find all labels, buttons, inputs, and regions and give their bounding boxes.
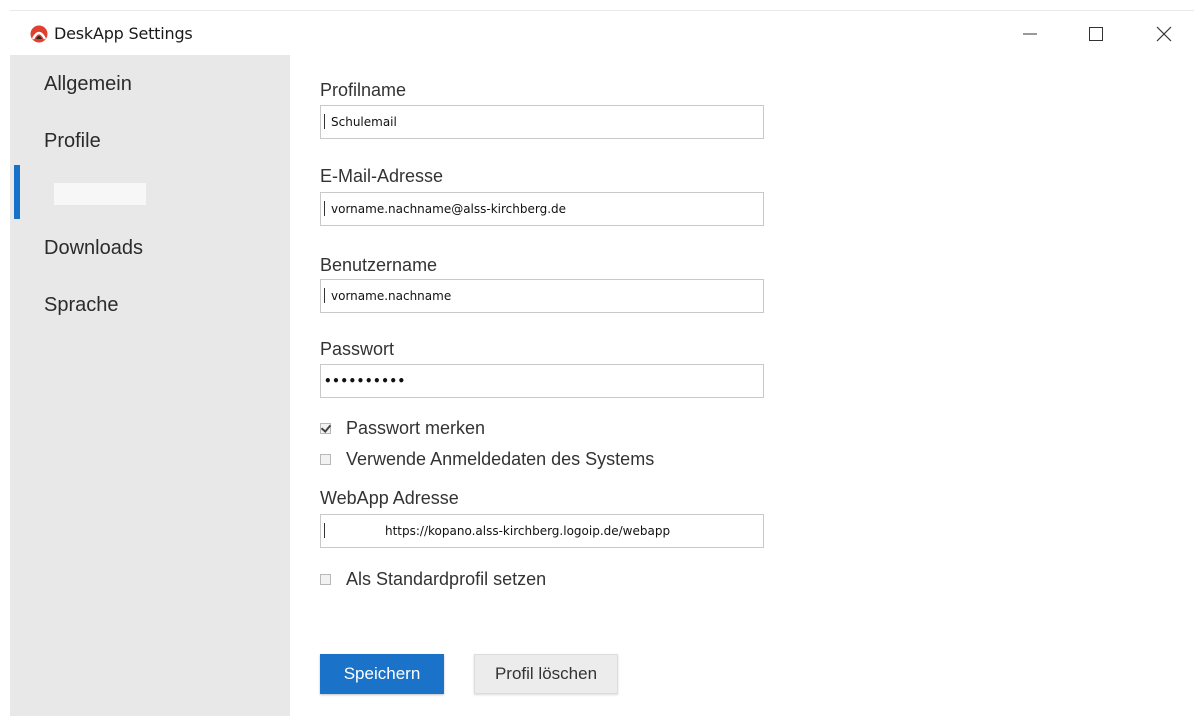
profilname-field-wrap (320, 105, 764, 139)
sidebar: Allgemein Profile Downloads Sprache (10, 55, 290, 716)
text-caret (324, 114, 325, 129)
systemdaten-checkbox[interactable] (320, 454, 331, 465)
standardprofil-checkbox[interactable] (320, 574, 331, 585)
systemdaten-row[interactable]: Verwende Anmeldedaten des Systems (320, 449, 654, 470)
close-button[interactable] (1146, 19, 1182, 49)
standardprofil-row[interactable]: Als Standardprofil setzen (320, 569, 546, 590)
text-caret (324, 523, 325, 538)
email-field-wrap (320, 192, 764, 226)
benutzername-label: Benutzername (320, 255, 438, 275)
deskapp-logo-icon (30, 25, 48, 43)
email-label: E-Mail-Adresse (320, 166, 444, 186)
active-indicator (14, 165, 20, 219)
profile-form: Profilname E-Mail-Adresse Benutzername P… (290, 55, 1194, 716)
email-input[interactable] (320, 192, 764, 226)
delete-profile-button[interactable]: Profil löschen (474, 654, 618, 694)
webapp-input[interactable] (320, 514, 764, 548)
profilname-input[interactable] (320, 105, 764, 139)
sidebar-item-profile[interactable]: Profile (44, 130, 101, 153)
save-button[interactable]: Speichern (320, 654, 444, 694)
text-caret (324, 201, 325, 216)
passwort-merken-label: Passwort merken (346, 418, 486, 438)
title-bar: DeskApp Settings (10, 11, 1194, 55)
close-icon (1156, 26, 1172, 42)
passwort-field-wrap (320, 364, 764, 398)
window-title: DeskApp Settings (54, 24, 193, 43)
passwort-label: Passwort (320, 339, 395, 359)
webapp-field-wrap (320, 514, 764, 548)
sidebar-item-selected-profile[interactable] (54, 183, 146, 205)
maximize-button[interactable] (1078, 19, 1114, 49)
sidebar-item-downloads[interactable]: Downloads (44, 237, 143, 260)
standardprofil-label: Als Standardprofil setzen (346, 569, 547, 589)
minimize-icon (1023, 33, 1037, 35)
passwort-input[interactable] (320, 364, 764, 398)
benutzername-field-wrap (320, 279, 764, 313)
profilname-label: Profilname (320, 80, 407, 100)
systemdaten-label: Verwende Anmeldedaten des Systems (346, 449, 655, 469)
passwort-merken-checkbox[interactable] (320, 423, 331, 434)
settings-window: DeskApp Settings Allgemein Profile Downl… (10, 10, 1194, 716)
benutzername-input[interactable] (320, 279, 764, 313)
maximize-icon (1089, 27, 1103, 41)
text-caret (324, 288, 325, 303)
webapp-label: WebApp Adresse (320, 488, 459, 508)
sidebar-item-allgemein[interactable]: Allgemein (44, 73, 132, 96)
passwort-merken-row[interactable]: Passwort merken (320, 418, 485, 439)
sidebar-item-sprache[interactable]: Sprache (44, 294, 119, 317)
minimize-button[interactable] (1012, 19, 1048, 49)
